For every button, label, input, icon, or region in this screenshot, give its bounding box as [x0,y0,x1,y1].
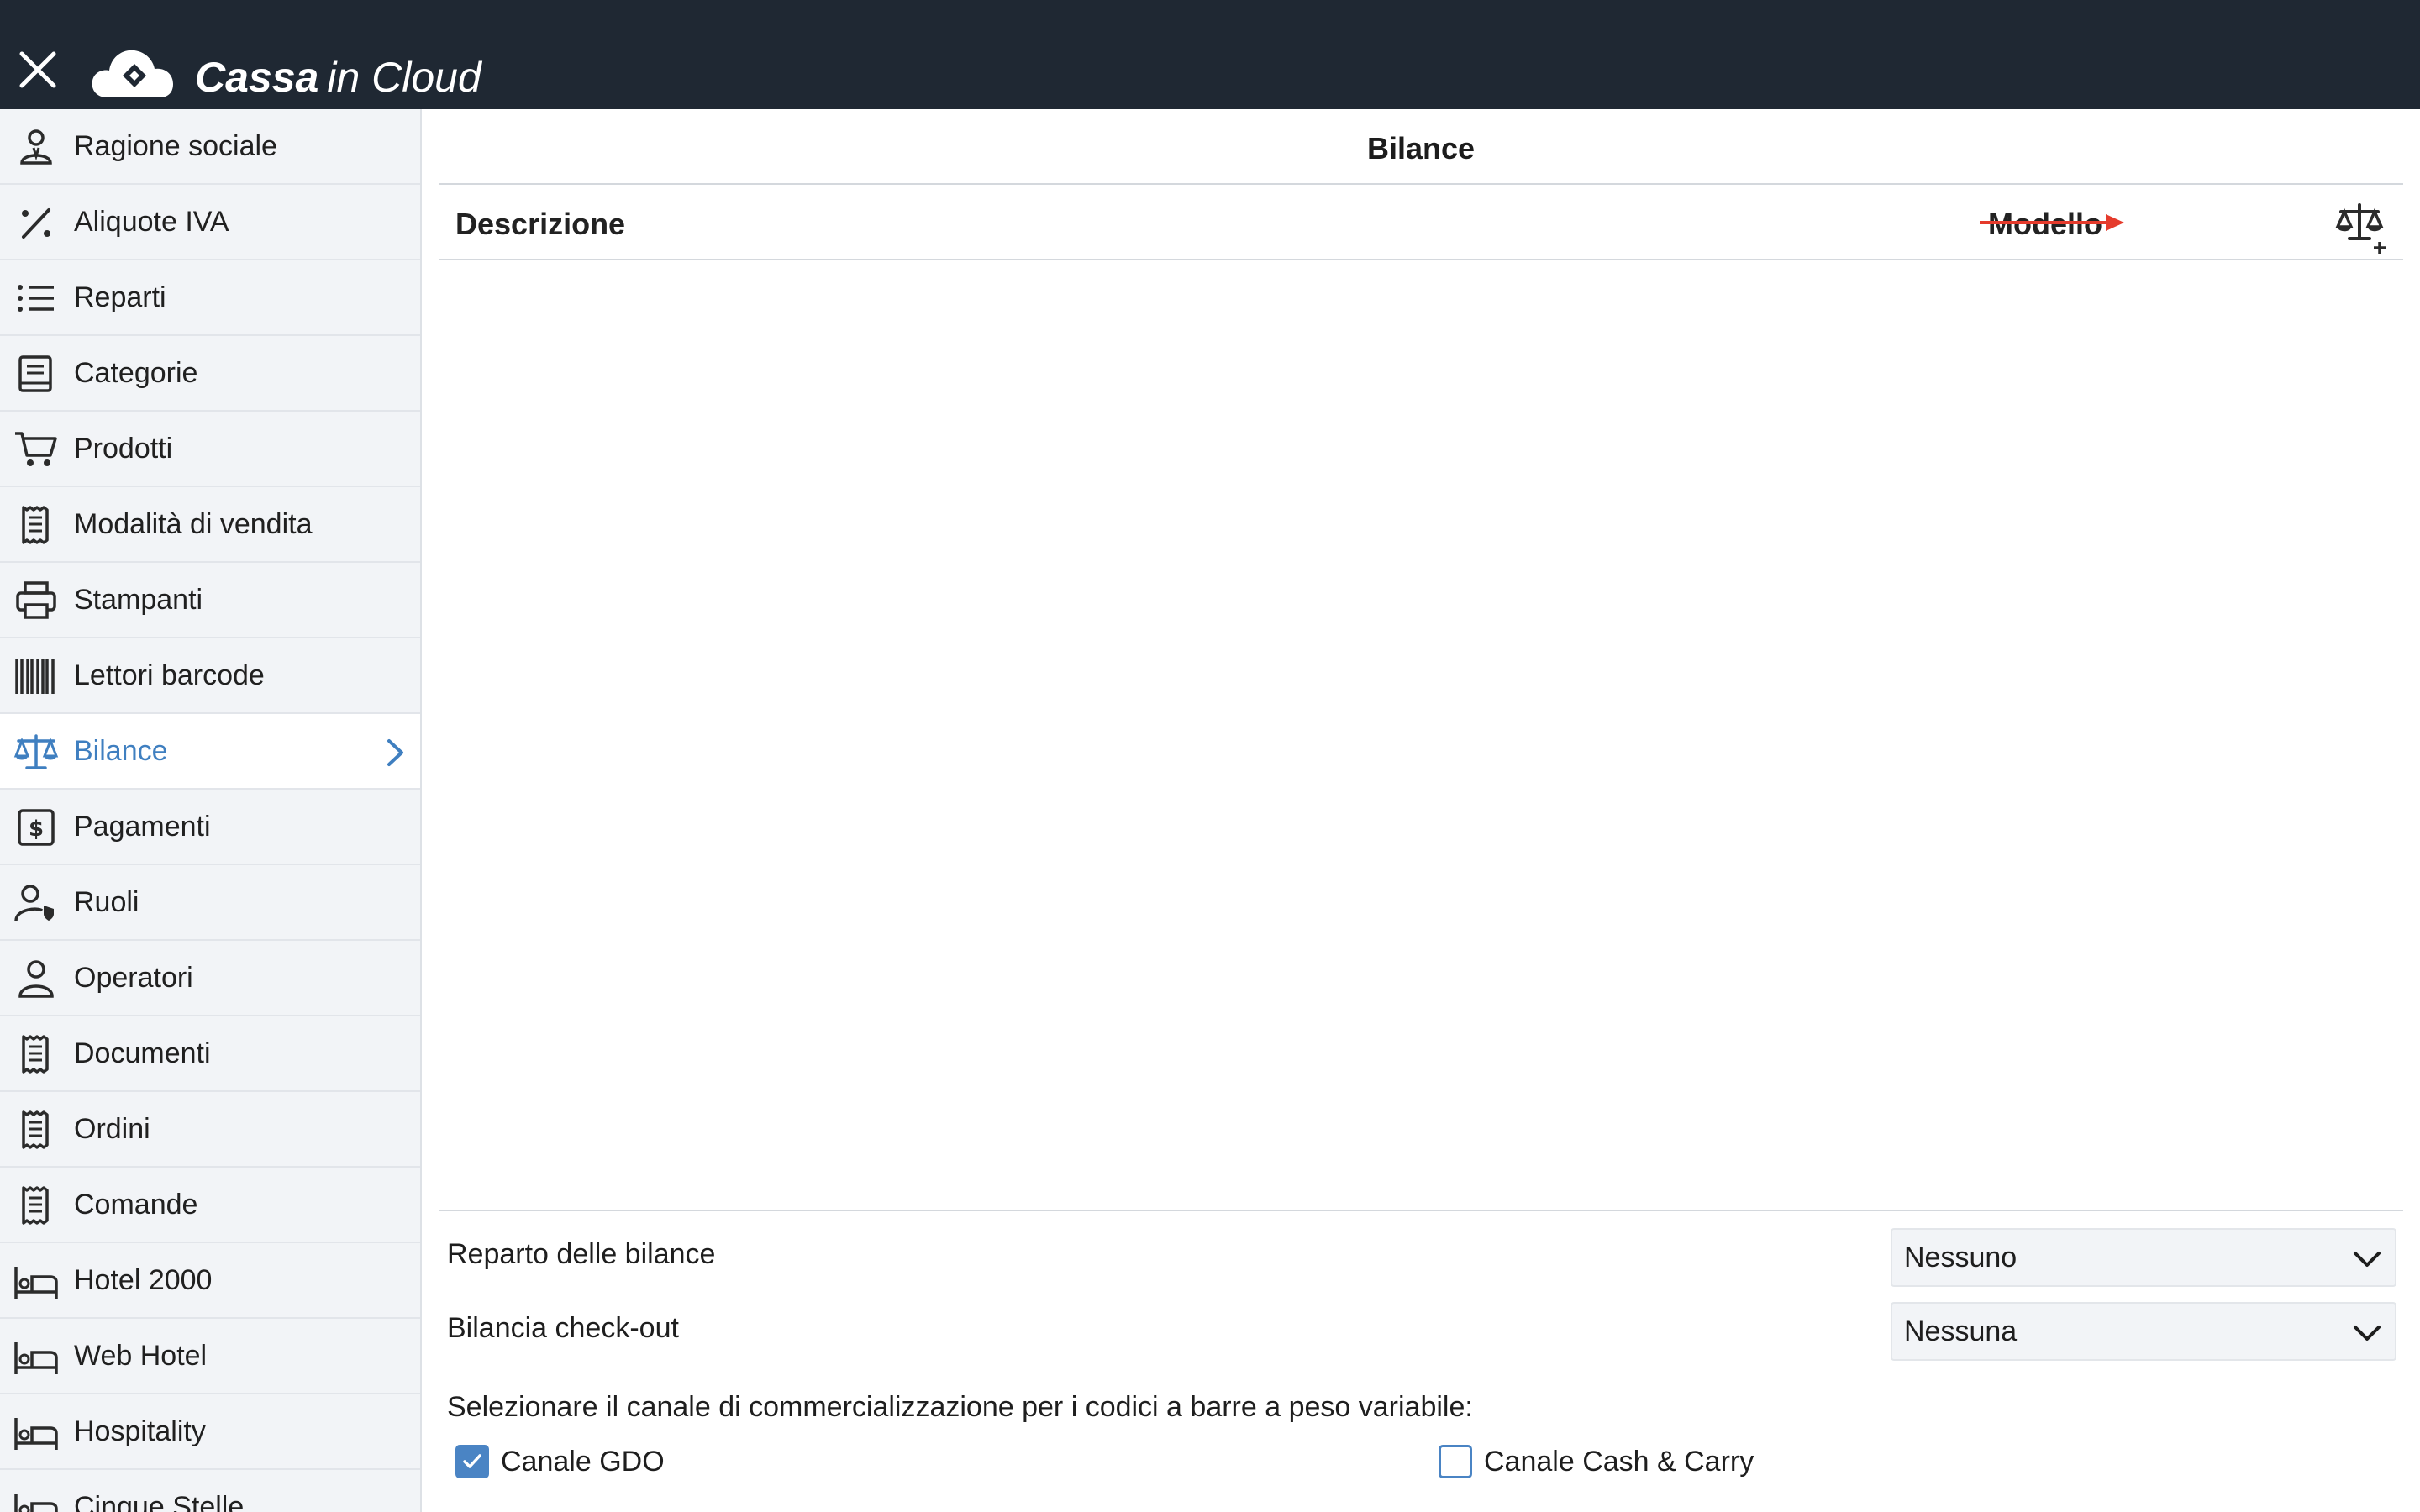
top-bar: Cassa in Cloud [0,0,2420,109]
receipt-icon [13,506,59,544]
user-shield-icon [13,884,59,922]
sidebar-item-hospitality[interactable]: Hospitality [0,1394,420,1470]
annotation-arrow-icon [1980,214,2124,231]
sidebar-item-label: Web Hotel [74,1339,208,1372]
sidebar-item-label: Cinque Stelle [74,1490,245,1512]
sidebar-item-ruoli[interactable]: Ruoli [0,865,420,941]
sidebar-item-ragione-sociale[interactable]: Ragione sociale [0,109,420,185]
checkout-scale-value: Nessuna [1904,1315,2018,1347]
main-panel: Bilance Descrizione Modello Reparto dell… [439,109,2403,1512]
sidebar-item-cinque-stelle[interactable]: Cinque Stelle [0,1470,420,1512]
sidebar: Ragione sociale Aliquote IVA Reparti Cat… [0,109,422,1512]
bed-icon [13,1488,59,1512]
sidebar-item-aliquote-iva[interactable]: Aliquote IVA [0,185,420,260]
checkbox-unchecked-icon[interactable] [1439,1445,1472,1478]
scale-settings: Reparto delle bilance Nessuno Bilancia c… [439,1210,2403,1512]
cart-icon [13,430,59,469]
sidebar-item-label: Bilance [74,734,168,767]
chevron-right-icon [380,736,410,769]
sidebar-item-label: Stampanti [74,583,203,616]
app-logo: Cassa in Cloud [89,42,481,102]
sidebar-item-comande[interactable]: Comande [0,1168,420,1243]
sidebar-item-pagamenti[interactable]: $ Pagamenti [0,790,420,865]
add-scale-icon [2335,203,2386,254]
dollar-icon: $ [13,808,59,847]
checkbox-checked-icon[interactable] [455,1445,489,1478]
sidebar-item-label: Categorie [74,356,198,389]
sidebar-item-categorie[interactable]: Categorie [0,336,420,412]
column-header-description: Descrizione [455,207,626,241]
sidebar-item-label: Lettori barcode [74,659,265,691]
percent-icon [13,203,59,242]
sidebar-item-label: Ruoli [74,885,139,918]
channel-prompt: Selezionare il canale di commercializzaz… [447,1391,1473,1423]
close-icon[interactable] [15,47,60,92]
scale-department-value: Nessuno [1904,1242,2018,1273]
sidebar-item-label: Documenti [74,1037,211,1069]
sidebar-item-reparti[interactable]: Reparti [0,260,420,336]
checkout-scale-select[interactable]: Nessuna [1891,1302,2396,1361]
barcode-icon [13,657,59,696]
scale-department-label: Reparto delle bilance [447,1238,716,1270]
page-title: Bilance [1366,131,1476,165]
table-header: Descrizione Modello [439,185,2403,260]
channel-cash-carry-label: Canale Cash & Carry [1484,1445,1754,1478]
sidebar-item-stampanti[interactable]: Stampanti [0,563,420,638]
add-scale-button[interactable] [2333,202,2391,255]
app-title: Cassa in Cloud [195,52,481,102]
sidebar-item-web-hotel[interactable]: Web Hotel [0,1319,420,1394]
sidebar-item-operatori[interactable]: Operatori [0,941,420,1016]
company-user-icon [13,128,59,166]
channel-gdo-label: Canale GDO [501,1445,665,1478]
app-tagline: in Cloud [327,54,481,101]
scales-list [439,260,2403,1320]
sidebar-item-bilance[interactable]: Bilance [0,714,420,790]
sidebar-item-label: Prodotti [74,432,173,465]
sidebar-item-documenti[interactable]: Documenti [0,1016,420,1092]
page-header: Bilance [439,109,2403,185]
bed-icon [13,1413,59,1452]
receipt-icon [13,1035,59,1074]
sidebar-item-hotel-2000[interactable]: Hotel 2000 [0,1243,420,1319]
sidebar-item-label: Ragione sociale [74,129,277,162]
sidebar-item-modalita-di-vendita[interactable]: Modalità di vendita [0,487,420,563]
cloud-logo-icon [92,50,173,97]
sidebar-item-label: Pagamenti [74,810,211,843]
book-icon [13,354,59,393]
bed-icon [13,1262,59,1300]
sidebar-item-label: Hospitality [74,1415,206,1447]
sidebar-item-label: Comande [74,1188,198,1221]
receipt-icon [13,1110,59,1149]
channel-cash-carry-checkbox[interactable]: Canale Cash & Carry [1439,1445,1754,1478]
chevron-down-icon [2354,1326,2381,1341]
sidebar-item-label: Operatori [74,961,193,994]
scale-department-select[interactable]: Nessuno [1891,1228,2396,1287]
sidebar-item-label: Modalità di vendita [74,507,313,540]
checkout-scale-label: Bilancia check-out [447,1312,679,1344]
sidebar-item-label: Aliquote IVA [74,205,229,238]
sidebar-item-lettori-barcode[interactable]: Lettori barcode [0,638,420,714]
list-icon [13,279,59,318]
channel-gdo-checkbox[interactable]: Canale GDO [455,1445,665,1478]
chevron-down-icon [2354,1252,2381,1267]
sidebar-item-label: Reparti [74,281,166,313]
svg-text:$: $ [29,816,44,842]
sidebar-item-label: Hotel 2000 [74,1263,213,1296]
app-brand: Cassa [195,54,319,101]
sidebar-item-label: Ordini [74,1112,150,1145]
scale-icon [13,732,59,771]
sidebar-item-ordini[interactable]: Ordini [0,1092,420,1168]
printer-icon [13,581,59,620]
bed-icon [13,1337,59,1376]
receipt-icon [13,1186,59,1225]
sidebar-item-prodotti[interactable]: Prodotti [0,412,420,487]
user-icon [13,959,59,998]
